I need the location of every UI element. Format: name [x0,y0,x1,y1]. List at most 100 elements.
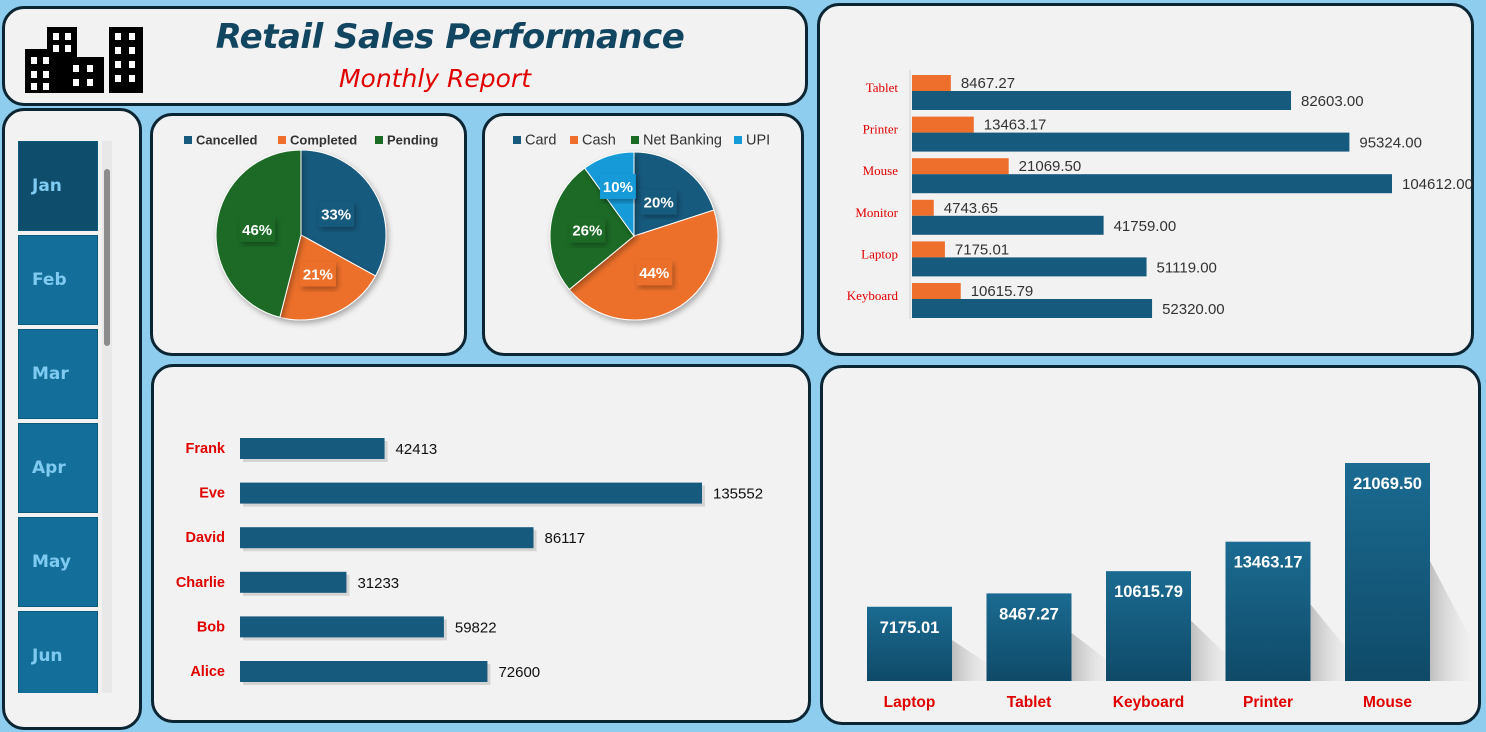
profit-column-label: 7175.01 [880,619,940,637]
column-shadow [1071,632,1112,681]
profit-category-label: Laptop [884,694,936,711]
pie-data-label: 44% [639,265,669,282]
sales-bar[interactable] [912,91,1292,110]
month-label: Apr [32,458,66,478]
sales-bar[interactable] [912,174,1392,194]
profit-bar-label: 4743.65 [944,200,998,217]
pie-data-label: 46% [242,222,272,239]
sales-bar[interactable] [912,132,1350,152]
pie-data-label: 26% [572,223,602,240]
sales-bar-label: 41759.00 [1114,218,1177,235]
profit-category-label: Printer [1243,694,1293,711]
customer-sales-bar[interactable] [240,616,444,638]
pie-data-label: 33% [321,207,351,224]
column-shadow [952,640,992,681]
slicer-scrollbar[interactable] [102,141,112,693]
product-profit-chart-panel: 7175.01 Laptop 8467.27 Tablet 10615.79 Keyboa… [820,365,1481,725]
product-category-label: Laptop [861,246,898,261]
profit-bar[interactable] [912,158,1009,175]
sales-bar[interactable] [912,215,1104,235]
order-status-pie-chart: 33% 21% 46% Cancelled Completed Pending [184,133,438,321]
customer-sales-bar[interactable] [240,571,347,593]
product-category-label: Monitor [855,205,898,220]
customer-name-label: Eve [199,486,225,502]
profit-bar[interactable] [912,283,961,299]
profit-category-label: Mouse [1363,694,1412,711]
product-category-label: Tablet [866,80,899,95]
month-label: May [32,552,71,572]
customer-sales-label: 135552 [713,486,763,503]
customer-sales-label: 31233 [357,575,399,592]
order-status-chart-panel: 33% 21% 46% Cancelled Completed Pending [150,113,467,356]
customer-name-label: Frank [186,441,226,457]
month-button-jun[interactable]: Jun [18,611,98,693]
customer-sales-bar[interactable] [240,527,534,549]
customer-sales-label: 42413 [396,441,438,458]
month-label: Jan [32,176,62,196]
month-button-mar[interactable]: Mar [18,329,98,419]
customer-name-label: Alice [190,664,225,680]
profit-column-label: 8467.27 [999,605,1059,623]
month-button-apr[interactable]: Apr [18,423,98,513]
legend-swatch [734,136,742,144]
legend-label: Completed [290,133,357,148]
customer-sales-label: 72600 [498,664,540,681]
customer-sales-chart-panel: Frank 42413 Eve 135552 David 86117 Charlie 3123… [151,364,811,723]
header-panel: Retail Sales Performance Monthly Report [2,6,808,106]
legend-label: Card [525,133,556,149]
pie-data-label: 21% [303,266,333,283]
month-slicer: Jan Feb Mar Apr May Jun [2,108,142,730]
customer-sales-bar[interactable] [240,482,702,504]
column-shadow [1310,604,1351,681]
month-label: Feb [32,270,67,290]
customer-sales-label: 86117 [545,530,586,547]
product-category-label: Mouse [863,163,899,178]
pie-data-label: 10% [603,179,633,196]
profit-bar[interactable] [912,241,945,258]
profit-bar-label: 7175.01 [955,241,1009,258]
sales-bar[interactable] [912,299,1153,318]
sales-bar-label: 52320.00 [1162,301,1225,318]
legend-swatch [375,136,383,144]
slicer-scrollbar-thumb[interactable] [104,169,110,346]
profit-column-label: 10615.79 [1114,583,1183,601]
customer-sales-bar[interactable] [240,438,385,459]
legend-label: Pending [387,133,438,148]
profit-bar-label: 21069.50 [1019,158,1082,175]
customer-name-label: Bob [197,619,225,635]
legend-swatch [631,136,639,144]
sales-bar-label: 82603.00 [1301,93,1364,110]
payment-method-chart-panel: 20% 44% 26% 10% Card Cash Net Banking UPI [482,113,804,356]
profit-bar[interactable] [912,116,974,133]
customer-sales-bar[interactable] [240,661,488,682]
profit-column-label: 13463.17 [1234,554,1303,572]
profit-bar-label: 10615.79 [971,283,1034,300]
profit-bar[interactable] [912,75,951,91]
month-label: Jun [32,646,63,666]
legend-swatch [278,136,286,144]
sales-bar-label: 51119.00 [1157,259,1217,276]
payment-method-pie-chart: 20% 44% 26% 10% Card Cash Net Banking UPI [513,133,770,321]
customer-name-label: David [186,530,226,546]
product-sales-bar-chart: Tablet 8467.27 82603.00 Printer 13463.17 9532… [847,70,1473,319]
month-button-feb[interactable]: Feb [18,235,98,325]
customer-sales-label: 59822 [455,619,497,636]
product-sales-chart-panel: Tablet 8467.27 82603.00 Printer 13463.17 9532… [817,3,1474,356]
profit-column[interactable] [1345,463,1430,681]
customer-name-label: Charlie [176,575,225,591]
month-button-jan[interactable]: Jan [18,141,98,231]
month-slicer-list: Jan Feb Mar Apr May Jun [18,141,98,693]
month-label: Mar [32,364,69,384]
legend-swatch [513,136,521,144]
product-category-label: Printer [863,122,899,137]
legend-label: Net Banking [643,133,722,149]
profit-bar[interactable] [912,199,934,216]
column-shadow [1191,620,1231,681]
pie-data-label: 20% [644,194,674,211]
product-profit-column-chart: 7175.01 Laptop 8467.27 Tablet 10615.79 Keyboa… [867,463,1470,711]
month-button-may[interactable]: May [18,517,98,607]
sales-bar[interactable] [912,257,1147,277]
legend-label: Cancelled [196,133,257,148]
page-title: Retail Sales Performance [215,17,685,57]
legend-swatch [184,136,192,144]
